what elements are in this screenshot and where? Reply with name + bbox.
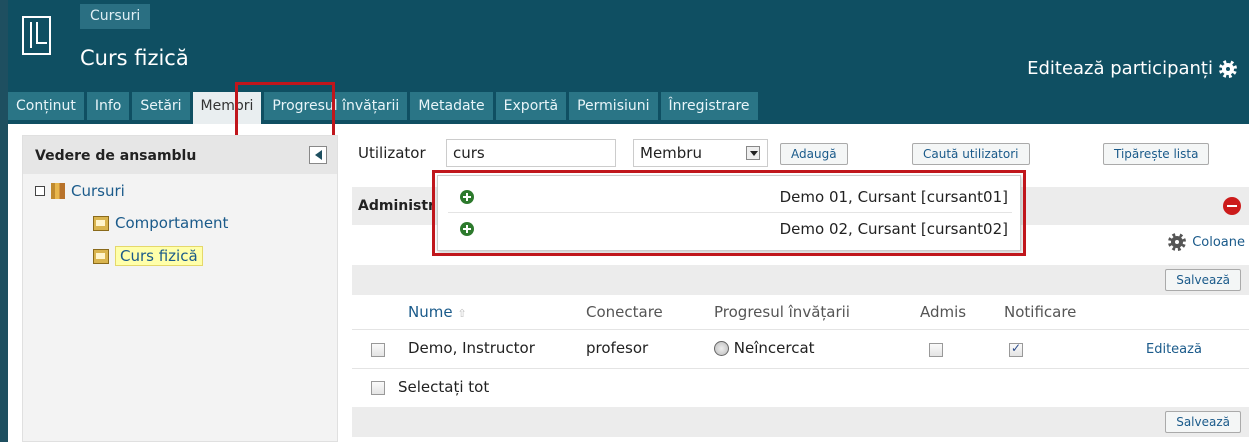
print-list-button[interactable]: Tipărește lista — [1103, 143, 1210, 165]
sidebar-title: Vedere de ansamblu — [35, 148, 197, 164]
member-progress-label: Neîncercat — [733, 339, 815, 357]
member-login: profesor — [586, 339, 649, 357]
row-divider — [352, 368, 1249, 369]
columns-link[interactable]: Coloane — [1168, 233, 1245, 251]
save-button-top[interactable]: Salvează — [1165, 269, 1241, 291]
name-header-label: Nume — [408, 303, 453, 321]
column-header-admitted: Admis — [920, 303, 967, 321]
course-icon — [93, 215, 109, 231]
gear-icon — [1219, 59, 1237, 78]
tree-item-curs-fizica[interactable]: Curs fizică — [93, 246, 203, 266]
membri-tab-highlight — [235, 82, 335, 140]
autocomplete-highlight — [432, 170, 1026, 256]
page-title: Curs fizică — [80, 46, 189, 70]
tab-info[interactable]: Info — [86, 92, 130, 120]
row-divider — [352, 329, 1249, 330]
tab-setari[interactable]: Setări — [132, 92, 190, 120]
role-select-value: Membru — [640, 144, 702, 162]
category-folder-icon — [51, 183, 65, 199]
sort-arrow-icon: ⇧ — [457, 307, 467, 320]
course-icon — [93, 248, 109, 264]
tree-item-comportament[interactable]: Comportament — [93, 214, 228, 232]
column-header-notification: Notificare — [1004, 303, 1077, 321]
user-search-input[interactable]: curs — [446, 139, 616, 167]
tab-inregistrare[interactable]: Înregistrare — [660, 92, 758, 120]
role-select[interactable]: Membru — [633, 139, 768, 167]
gear-icon — [1168, 233, 1187, 251]
columns-label: Coloane — [1192, 234, 1245, 250]
save-bar-bottom: Salvează — [352, 407, 1249, 437]
search-users-button[interactable]: Caută utilizatori — [912, 143, 1030, 165]
tree-item-cursuri[interactable]: Cursuri — [35, 182, 125, 200]
tree-toggle-icon[interactable] — [35, 186, 45, 196]
column-header-name[interactable]: Nume ⇧ — [408, 303, 467, 321]
save-bar-top: Salvează — [352, 265, 1249, 295]
left-frame-border — [0, 0, 8, 442]
column-header-login: Conectare — [586, 303, 663, 321]
tab-metadate[interactable]: Metadate — [410, 92, 493, 120]
collapse-sidebar-icon[interactable] — [309, 146, 327, 164]
tab-permisiuni[interactable]: Permisiuni — [569, 92, 658, 120]
sidebar-header: Vedere de ansamblu — [23, 136, 337, 174]
admitted-checkbox[interactable] — [929, 343, 943, 357]
not-attempted-status-icon — [714, 341, 729, 356]
notification-checkbox[interactable] — [1009, 341, 1023, 357]
tree-label-comportament[interactable]: Comportament — [115, 214, 228, 232]
add-button[interactable]: Adaugă — [780, 143, 848, 165]
save-button-bottom[interactable]: Salvează — [1165, 411, 1241, 433]
sidebar: Vedere de ansamblu Cursuri Comportament … — [22, 135, 338, 442]
select-all-label[interactable]: Selectați tot — [398, 378, 489, 396]
edit-participants-label: Editează participanți — [1027, 58, 1213, 79]
column-header-progress: Progresul învățarii — [714, 303, 850, 321]
section-title: Administr — [358, 198, 435, 214]
user-label: Utilizator — [358, 144, 426, 162]
row-select-checkbox[interactable] — [371, 343, 385, 357]
member-progress: Neîncercat — [714, 339, 815, 357]
tree-label-cursuri[interactable]: Cursuri — [71, 182, 125, 200]
remove-section-icon[interactable] — [1223, 197, 1241, 215]
breadcrumb[interactable]: Cursuri — [80, 4, 151, 29]
course-logo-icon — [22, 16, 51, 55]
edit-member-link[interactable]: Editează — [1146, 342, 1202, 357]
member-name: Demo, Instructor — [408, 339, 535, 357]
course-tabs: Conținut Info Setări Membri Progresul în… — [8, 92, 758, 124]
select-all-checkbox[interactable] — [371, 381, 385, 395]
tab-exporta[interactable]: Exportă — [495, 92, 567, 120]
edit-participants-link[interactable]: Editează participanți — [1027, 58, 1237, 79]
tree-label-curs-fizica[interactable]: Curs fizică — [115, 246, 203, 266]
tab-continut[interactable]: Conținut — [8, 92, 84, 120]
chevron-down-icon[interactable] — [746, 146, 760, 160]
